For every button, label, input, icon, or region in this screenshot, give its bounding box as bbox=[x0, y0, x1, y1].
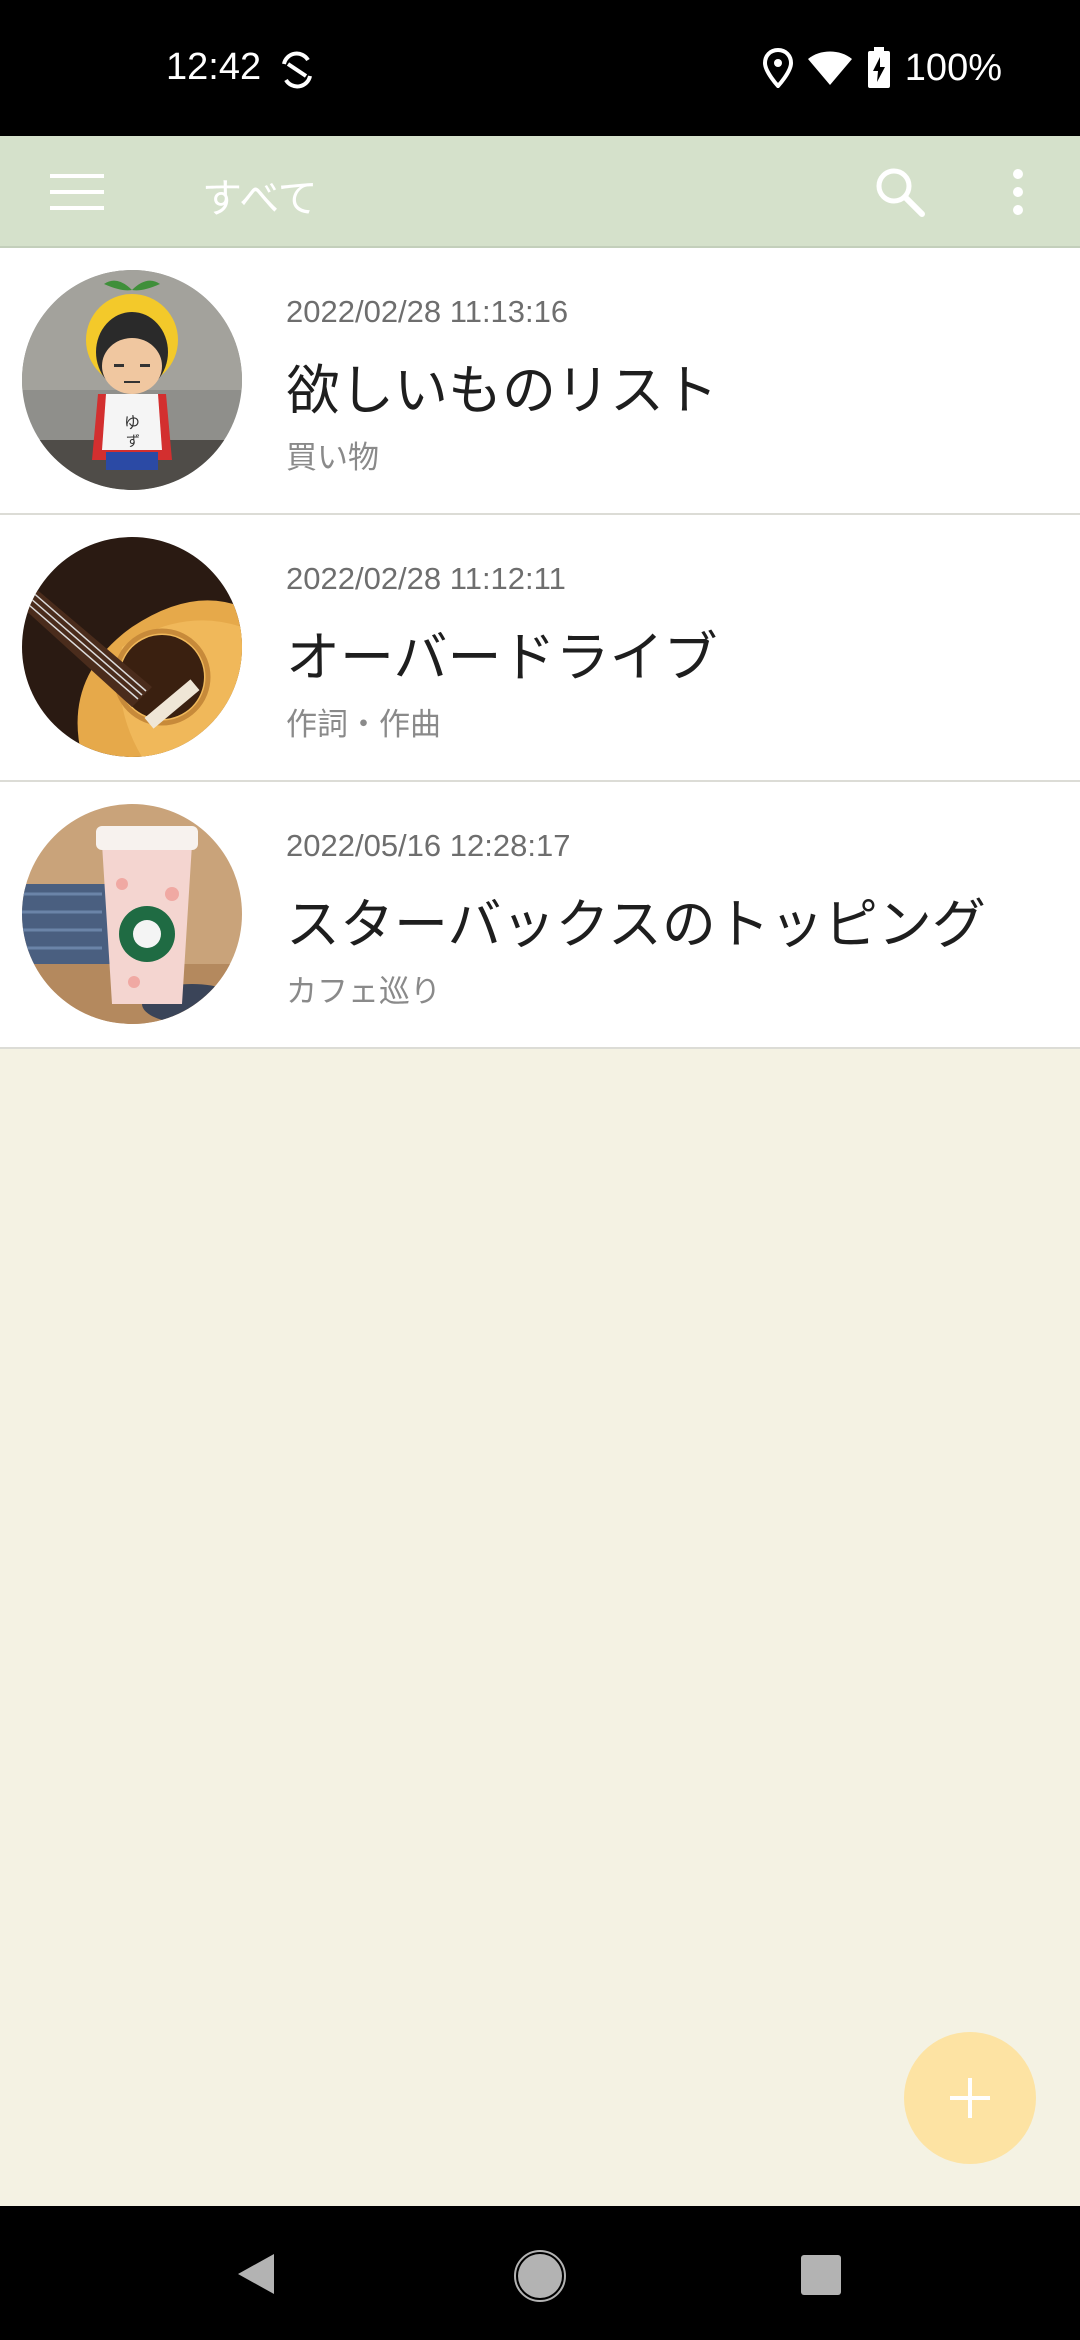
item-date: 2022/02/28 11:12:11 bbox=[286, 561, 566, 596]
battery-charging-icon bbox=[867, 47, 890, 88]
app-toolbar: すべて bbox=[0, 136, 1080, 248]
battery-percent: 100% bbox=[904, 46, 1002, 89]
sync-icon bbox=[282, 51, 312, 89]
coffee-cup-thumbnail bbox=[22, 804, 242, 1024]
home-icon[interactable] bbox=[514, 2250, 566, 2302]
list-item[interactable]: 2022/05/16 12:28:17 スターバックスのトッピング カフェ巡り bbox=[0, 782, 1080, 1049]
svg-text:ゆ: ゆ bbox=[124, 413, 140, 432]
list-item[interactable]: 2022/02/28 11:12:11 オーバードライブ 作詞・作曲 bbox=[0, 515, 1080, 782]
status-time: 12:42 bbox=[166, 46, 262, 88]
status-bar: 12:42 100% bbox=[0, 0, 1080, 136]
item-category: カフェ巡り bbox=[286, 974, 441, 1010]
item-title: 欲しいものリスト bbox=[286, 359, 718, 422]
plus-icon bbox=[950, 2078, 990, 2118]
memo-list: ゆ ず 2022/02/28 11:13:16 欲しいものリスト 買い物 202… bbox=[0, 248, 1080, 1049]
item-date: 2022/02/28 11:13:16 bbox=[286, 294, 569, 329]
recents-icon[interactable] bbox=[800, 2254, 842, 2296]
navigation-bar bbox=[0, 2206, 1080, 2340]
guitar-thumbnail bbox=[22, 537, 242, 757]
item-title: スターバックスのトッピング bbox=[286, 893, 986, 956]
figurine-thumbnail: ゆ ず bbox=[22, 270, 242, 490]
status-icons: 100% bbox=[762, 46, 1002, 90]
wifi-icon bbox=[807, 51, 852, 85]
item-category: 作詞・作曲 bbox=[286, 707, 441, 743]
toolbar-title: すべて bbox=[202, 176, 318, 222]
list-item[interactable]: ゆ ず 2022/02/28 11:13:16 欲しいものリスト 買い物 bbox=[0, 248, 1080, 515]
item-category: 買い物 bbox=[286, 440, 379, 476]
back-icon[interactable] bbox=[234, 2250, 278, 2298]
location-icon bbox=[762, 48, 793, 88]
more-vert-icon[interactable] bbox=[998, 164, 1038, 220]
item-date: 2022/05/16 12:28:17 bbox=[286, 828, 571, 863]
menu-icon[interactable] bbox=[46, 166, 108, 218]
add-button[interactable] bbox=[904, 2032, 1036, 2164]
svg-text:ず: ず bbox=[126, 434, 140, 450]
item-title: オーバードライブ bbox=[286, 626, 718, 689]
search-icon[interactable] bbox=[872, 164, 928, 220]
